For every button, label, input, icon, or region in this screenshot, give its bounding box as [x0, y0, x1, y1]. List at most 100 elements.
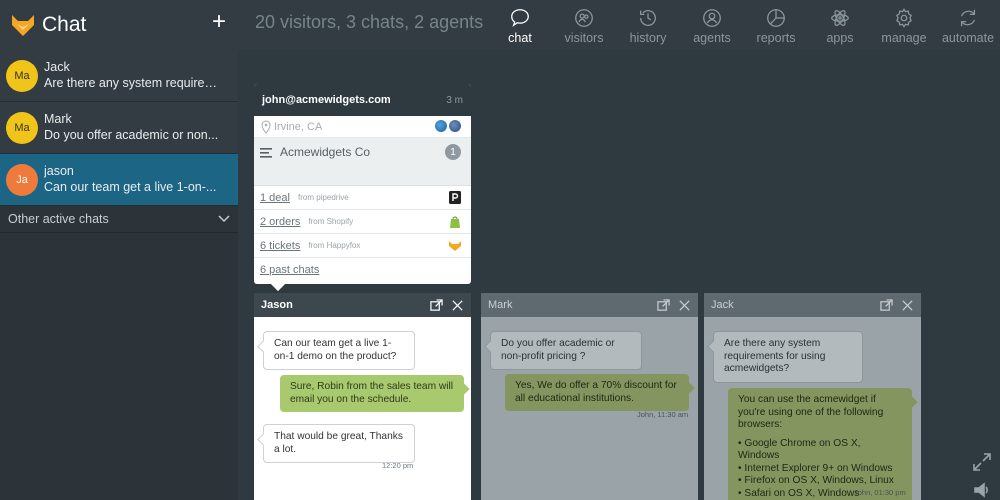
integration-link[interactable]: 6 tickets	[260, 240, 300, 252]
nav-manage[interactable]: manage	[872, 0, 936, 50]
visitor-company: Acmewidgets Co	[280, 145, 371, 159]
chat-item-text: Mark Do you offer academic or non...	[44, 112, 224, 144]
close-icon[interactable]	[901, 299, 914, 312]
nav-agents[interactable]: agents	[680, 0, 744, 50]
nav-apps[interactable]: apps	[808, 0, 872, 50]
shopify-icon	[450, 216, 460, 228]
avatar: Ja	[6, 163, 38, 196]
integration-row-shopify[interactable]: 2 orders from Shopify	[254, 210, 471, 234]
nav-label: automate	[941, 31, 995, 45]
sidebar-header: Chat +	[0, 0, 238, 50]
chat-item-name: jason	[44, 163, 74, 178]
nav-reports[interactable]: reports	[744, 0, 808, 50]
visitor-browser-flags	[435, 120, 461, 132]
sidebar: Chat + Ma Jack Are there any system requ…	[0, 0, 238, 500]
browser-list-item: • Google Chrome on OS X, Windows	[738, 437, 861, 462]
pipedrive-icon	[449, 191, 461, 204]
visitor-location: Irvine, CA	[274, 120, 323, 133]
chat-bubble-icon	[511, 9, 529, 27]
visitor-email: john@acmewidgets.com	[262, 94, 391, 106]
chat-item-preview: Do you offer academic or non...	[44, 127, 219, 142]
app-title: Chat	[42, 13, 87, 36]
happyfox-icon	[449, 241, 461, 251]
chat-window-header: Jason	[254, 293, 471, 317]
browser-icon	[449, 120, 461, 132]
chat-window-header: Mark	[481, 293, 698, 317]
chat-item-name: Jack	[44, 59, 70, 74]
company-count-badge: 1	[445, 144, 461, 160]
integration-row-happyfox[interactable]: 6 tickets from Happyfox	[254, 234, 471, 258]
history-icon	[640, 10, 656, 26]
popout-icon[interactable]	[657, 298, 670, 312]
other-active-chats-toggle[interactable]: Other active chats	[0, 206, 238, 233]
past-chats-link[interactable]: 6 past chats	[254, 258, 471, 282]
nav-history[interactable]: history	[616, 0, 680, 50]
chat-window-jack[interactable]: Jack Are there any system requirements f…	[704, 293, 921, 500]
visitor-stats: 20 visitors, 3 chats, 2 agents	[255, 12, 484, 32]
main-nav: chat visitors history agents reports app…	[488, 0, 1000, 50]
happyfox-logo-icon	[12, 15, 34, 36]
message-timestamp: John, 01:30 pm	[854, 488, 906, 497]
popout-icon[interactable]	[430, 298, 443, 312]
chat-window-title: Jack	[711, 299, 734, 311]
nav-automate[interactable]: automate	[936, 0, 1000, 50]
company-list-icon	[260, 148, 272, 158]
chat-list-item-mark[interactable]: Ma Mark Do you offer academic or non...	[0, 102, 238, 154]
message-bubble-visitor: Do you offer academic or non-profit pric…	[490, 331, 642, 370]
nav-label: history	[629, 31, 667, 45]
chat-window-actions	[657, 298, 691, 312]
chat-item-preview: Are there any system requirem...	[44, 75, 224, 90]
avatar: Ma	[6, 59, 38, 92]
visitor-info-card: john@acmewidgets.com 3 m Irvine, CA Acme…	[254, 84, 471, 292]
chat-list-item-jason[interactable]: Ja jason Can our team get a live 1-on-..…	[0, 154, 238, 206]
integration-source: from Shopify	[308, 217, 354, 226]
chevron-down-icon	[218, 215, 230, 223]
nav-chat[interactable]: chat	[488, 0, 552, 50]
close-icon[interactable]	[678, 299, 691, 312]
chat-window-actions	[880, 298, 914, 312]
message-bubble-visitor: That would be great, Thanks a lot.	[263, 424, 415, 463]
nav-label: reports	[756, 31, 796, 45]
chat-window-body: Do you offer academic or non-profit pric…	[481, 317, 698, 500]
nav-label: apps	[826, 31, 854, 45]
location-pin-icon	[261, 119, 271, 134]
chat-window-mark[interactable]: Mark Do you offer academic or non-profit…	[481, 293, 698, 500]
integration-source: from pipedrive	[297, 193, 349, 202]
avatar: Ma	[6, 111, 38, 144]
message-bubble-agent: You can use the acmewidget if you're usi…	[728, 388, 912, 500]
nav-visitors[interactable]: visitors	[552, 0, 616, 50]
integration-link[interactable]: 1 deal	[260, 192, 290, 204]
chat-window-body: Are there any system requirements for us…	[704, 317, 921, 500]
reports-icon	[767, 9, 785, 27]
popout-icon[interactable]	[880, 298, 893, 312]
visitors-icon	[575, 9, 593, 27]
message-bubble-visitor: Are there any system requirements for us…	[713, 331, 863, 383]
chat-list-item-jack[interactable]: Ma Jack Are there any system requirem...	[0, 50, 238, 102]
gear-icon	[896, 8, 912, 28]
message-bubble-visitor: Can our team get a live 1-on-1 demo on t…	[263, 331, 415, 370]
chat-window-title: Mark	[488, 299, 513, 311]
message-timestamp: John, 11:30 am	[637, 410, 689, 419]
agent-message-text: You can use the acmewidget if you're usi…	[738, 394, 884, 430]
chat-item-text: Jack Are there any system requirem...	[44, 60, 224, 92]
integration-source: from Happyfox	[308, 241, 361, 250]
browser-list-item: • Firefox on OS X, Windows, Linux	[738, 475, 894, 486]
browser-list-item: • Internet Explorer 9+ on Windows	[738, 462, 893, 474]
globe-icon	[435, 120, 447, 132]
visitor-time: 3 m	[446, 94, 463, 106]
top-bar: 20 visitors, 3 chats, 2 agents chat visi…	[238, 0, 1000, 50]
new-chat-button[interactable]: +	[212, 8, 226, 36]
expand-icon[interactable]	[972, 452, 992, 472]
message-bubble-agent: Yes, We do offer a 70% discount for all …	[505, 374, 689, 411]
other-active-chats-label: Other active chats	[8, 212, 109, 226]
close-icon[interactable]	[451, 299, 464, 312]
message-bubble-agent: Sure, Robin from the sales team will ema…	[280, 375, 464, 412]
integration-row-pipedrive[interactable]: 1 deal from pipedrive	[254, 186, 471, 210]
apps-icon	[831, 10, 849, 26]
speaker-icon[interactable]	[972, 480, 992, 500]
chat-window-actions	[430, 298, 464, 312]
integration-link[interactable]: 2 orders	[260, 216, 300, 228]
chat-window-jason: Jason Can our team get a live 1-on-1 dem…	[254, 293, 471, 500]
message-timestamp: 12:20 pm	[382, 461, 414, 470]
nav-label: manage	[881, 31, 927, 45]
